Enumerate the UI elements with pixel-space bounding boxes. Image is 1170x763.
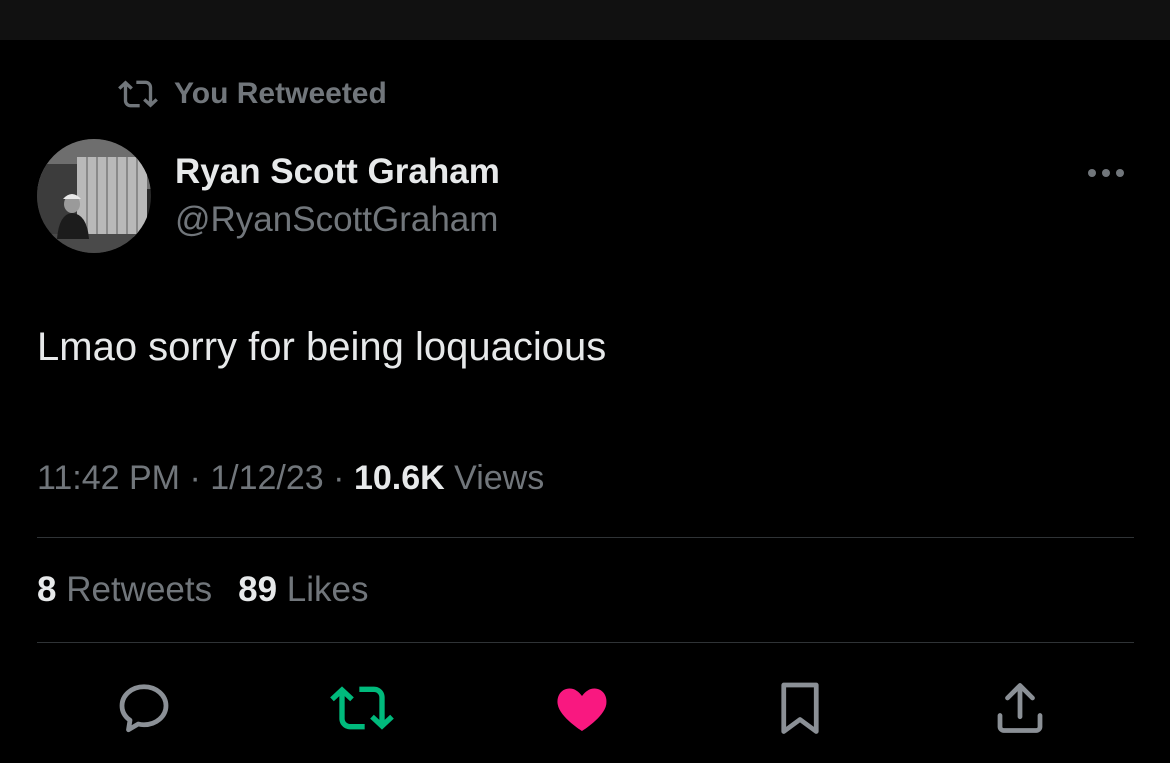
- likes-stat[interactable]: 89 Likes: [238, 570, 368, 609]
- like-button[interactable]: [550, 676, 614, 740]
- meta-separator: ·: [333, 459, 345, 497]
- retweet-button[interactable]: [330, 676, 394, 740]
- more-horizontal-icon: [1088, 169, 1124, 177]
- retweets-stat[interactable]: 8 Retweets: [37, 570, 212, 609]
- author-name[interactable]: Ryan Scott Graham: [175, 152, 500, 192]
- divider: [37, 642, 1134, 643]
- retweets-count: 8: [37, 570, 57, 609]
- engagement-stats: 8 Retweets 89 Likes: [37, 570, 369, 610]
- author-handle[interactable]: @RyanScottGraham: [175, 200, 498, 240]
- tweet-meta: 11:42 PM · 1/12/23 · 10.6K Views: [37, 459, 544, 498]
- likes-count: 89: [238, 570, 278, 609]
- retweet-context[interactable]: You Retweeted: [118, 74, 387, 114]
- heart-icon: [557, 688, 607, 731]
- meta-separator: ·: [189, 459, 201, 497]
- bookmark-icon: [781, 682, 819, 734]
- tweet-time[interactable]: 11:42 PM: [37, 459, 180, 497]
- reply-button[interactable]: [112, 676, 176, 740]
- share-button[interactable]: [988, 676, 1052, 740]
- retweet-icon: [118, 80, 158, 108]
- divider: [37, 537, 1134, 538]
- bookmark-button[interactable]: [768, 676, 832, 740]
- share-icon: [997, 683, 1043, 733]
- retweet-context-label: You Retweeted: [174, 77, 387, 110]
- likes-label: Likes: [286, 570, 369, 609]
- more-button[interactable]: [1082, 158, 1132, 188]
- status-bar: [0, 0, 1170, 40]
- tweet-date[interactable]: 1/12/23: [210, 459, 323, 497]
- tweet-text: Lmao sorry for being loquacious: [37, 325, 607, 369]
- avatar-photo: [37, 139, 151, 253]
- avatar[interactable]: [37, 139, 151, 253]
- retweets-label: Retweets: [66, 570, 213, 609]
- retweet-icon: [330, 686, 394, 730]
- views-count: 10.6K: [353, 459, 445, 497]
- reply-icon: [119, 684, 169, 733]
- views-label: Views: [454, 459, 545, 497]
